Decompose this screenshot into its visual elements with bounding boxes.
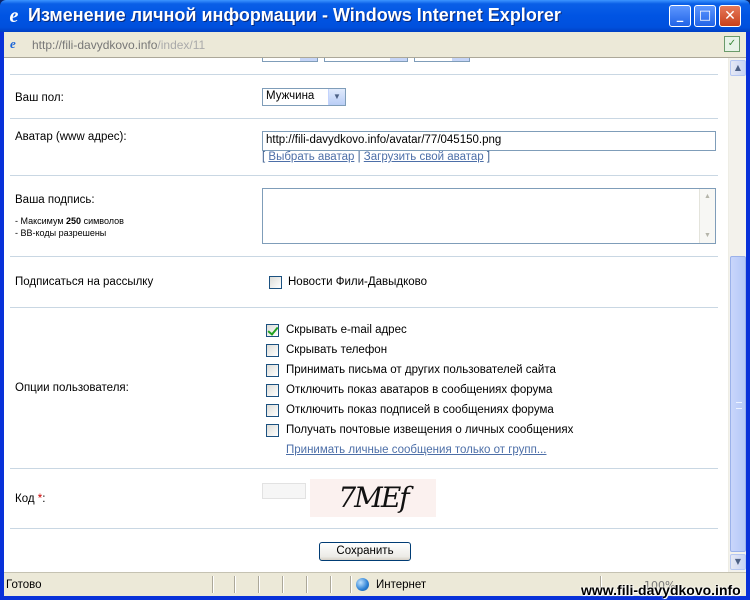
- scroll-up-icon[interactable]: ▲: [730, 60, 746, 76]
- signature-hint-max: - Максимум 250 символов: [15, 216, 124, 226]
- hide-avatars-label[interactable]: Отключить показ аватаров в сообщениях фо…: [286, 384, 552, 396]
- scroll-down-icon[interactable]: ▼: [730, 554, 746, 570]
- pm-notifications-checkbox[interactable]: [266, 424, 279, 437]
- newsletter-checkbox[interactable]: [269, 276, 282, 289]
- divider: [10, 256, 718, 257]
- divider: [10, 528, 718, 529]
- site-watermark: www.fili-davydkovo.info: [581, 582, 741, 598]
- close-button[interactable]: ✕: [719, 5, 741, 27]
- save-button[interactable]: Сохранить: [319, 542, 411, 561]
- avatar-label: Аватар (www адрес):: [15, 131, 127, 143]
- pm-notifications-label[interactable]: Получать почтовые извещения о личных соо…: [286, 424, 573, 436]
- title-bar[interactable]: e Изменение личной информации - Windows …: [0, 0, 750, 32]
- birth-month-select[interactable]: [324, 58, 408, 62]
- internet-explorer-icon: e: [9, 5, 19, 27]
- captcha-input[interactable]: [262, 483, 306, 499]
- code-label: Код *:: [15, 493, 46, 505]
- divider: [10, 175, 718, 176]
- signature-hint-bbcode: - BB-коды разрешены: [15, 228, 107, 238]
- textarea-scrollbar[interactable]: ▲ ▼: [699, 189, 715, 243]
- minimize-button[interactable]: _: [669, 5, 691, 27]
- gender-label: Ваш пол:: [15, 92, 64, 104]
- hide-email-label[interactable]: Скрывать e-mail адрес: [286, 324, 407, 336]
- groups-only-link[interactable]: Принимать личные сообщения только от гру…: [286, 444, 546, 456]
- scroll-up-icon[interactable]: ▲: [700, 189, 715, 204]
- hide-avatars-checkbox[interactable]: [266, 384, 279, 397]
- scrollbar-thumb[interactable]: [730, 256, 746, 552]
- signature-textarea[interactable]: ▲ ▼: [262, 188, 716, 244]
- security-zone: Интернет: [376, 579, 427, 591]
- page-content: Ваш пол: Мужчина ▼ Аватар (www адрес): h…: [4, 58, 728, 572]
- divider: [10, 307, 718, 308]
- upload-avatar-link[interactable]: Загрузить свой аватар: [364, 151, 484, 163]
- accept-letters-label[interactable]: Принимать письма от других пользователей…: [286, 364, 556, 376]
- divider: [10, 74, 718, 75]
- internet-zone-icon: [356, 578, 369, 591]
- scroll-down-icon[interactable]: ▼: [700, 228, 715, 243]
- user-options-label: Опции пользователя:: [15, 382, 129, 394]
- divider: [10, 118, 718, 119]
- gender-select[interactable]: Мужчина ▼: [262, 88, 346, 106]
- window-border-right: [746, 32, 750, 600]
- accept-letters-checkbox[interactable]: [266, 364, 279, 377]
- captcha-image: 7MEf: [310, 479, 436, 517]
- hide-signatures-label[interactable]: Отключить показ подписей в сообщениях фо…: [286, 404, 554, 416]
- hide-phone-label[interactable]: Скрывать телефон: [286, 344, 387, 356]
- page-report-icon[interactable]: ✓: [724, 36, 740, 52]
- avatar-links: [ Выбрать аватар | Загрузить свой аватар…: [262, 151, 491, 163]
- url-path: /index/11: [157, 38, 206, 52]
- choose-avatar-link[interactable]: Выбрать аватар: [268, 151, 354, 163]
- address-bar: e http://fili-davydkovo.info/index/11 ✓: [4, 32, 746, 58]
- newsletter-label: Подписаться на рассылку: [15, 276, 154, 288]
- page-icon: e: [10, 36, 16, 51]
- signature-label: Ваша подпись:: [15, 194, 95, 206]
- hide-email-checkbox[interactable]: [266, 324, 279, 337]
- page-scrollbar[interactable]: ▲ ▼: [728, 58, 746, 572]
- newsletter-option-label[interactable]: Новости Фили-Давыдково: [288, 276, 427, 288]
- window-title: Изменение личной информации - Windows In…: [28, 5, 561, 25]
- divider: [10, 468, 718, 469]
- birth-day-select[interactable]: [262, 58, 318, 62]
- maximize-button[interactable]: □: [694, 5, 716, 27]
- url-host: http://fili-davydkovo.info: [32, 38, 158, 52]
- chevron-down-icon: ▼: [328, 89, 345, 105]
- hide-signatures-checkbox[interactable]: [266, 404, 279, 417]
- avatar-url-input[interactable]: http://fili-davydkovo.info/avatar/77/045…: [262, 131, 716, 151]
- address-url[interactable]: http://fili-davydkovo.info/index/11: [32, 38, 205, 52]
- gender-value: Мужчина: [266, 90, 315, 102]
- status-text: Готово: [6, 579, 42, 591]
- birth-year-select[interactable]: [414, 58, 470, 62]
- hide-phone-checkbox[interactable]: [266, 344, 279, 357]
